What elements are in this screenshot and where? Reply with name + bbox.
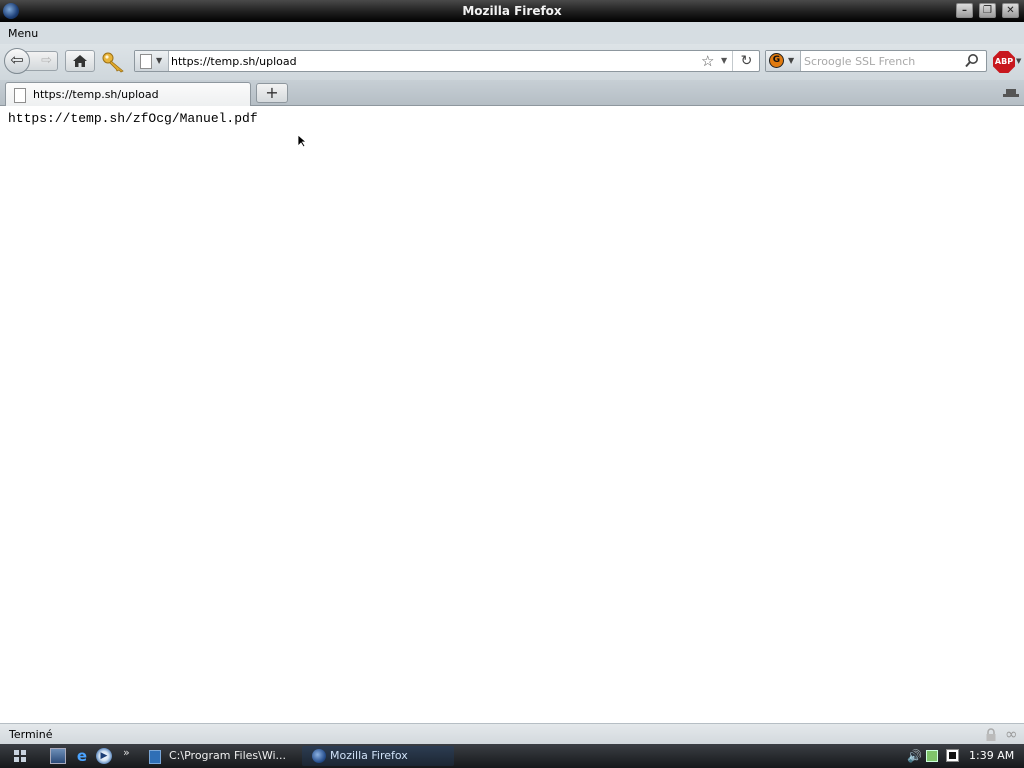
network-icon[interactable] (926, 750, 938, 762)
response-text: https://temp.sh/zfOcg/Manuel.pdf (8, 111, 258, 126)
clock[interactable]: 1:39 AM (969, 749, 1014, 762)
bookmark-star-icon[interactable]: ☆ (701, 52, 714, 70)
new-tab-icon: + (265, 83, 279, 102)
page-icon (140, 54, 152, 69)
menu-bar: Menu (0, 22, 1024, 44)
back-forward-group: ⇦ ⇨ (4, 48, 58, 74)
site-identity-button[interactable]: ▼ (135, 51, 169, 71)
tab-label: https://temp.sh/upload (33, 88, 159, 101)
infinity-icon: ∞ (1005, 725, 1018, 743)
minimize-button[interactable]: – (956, 3, 973, 18)
reload-icon: ↻ (740, 53, 753, 69)
mouse-cursor-icon (297, 134, 307, 148)
windows-start-icon[interactable] (14, 750, 26, 762)
taskbar-item-explorer[interactable]: C:\Program Files\Wi... (145, 746, 285, 766)
back-icon: ⇦ (10, 50, 24, 69)
adblock-icon: ABP (993, 51, 1015, 73)
tab-upload[interactable]: https://temp.sh/upload (5, 82, 251, 106)
chevron-down-icon: ▼ (1016, 57, 1022, 65)
close-button[interactable]: ✕ (1002, 3, 1019, 18)
title-bar: Mozilla Firefox – ❐ ✕ (0, 0, 1024, 22)
url-input[interactable] (171, 53, 691, 69)
quicklaunch-more-icon[interactable]: » (123, 746, 130, 759)
search-engine-icon: G (769, 53, 784, 68)
chevron-down-icon: ▼ (788, 56, 795, 65)
home-icon (73, 55, 87, 67)
magnifier-icon[interactable] (964, 53, 980, 69)
show-desktop-icon[interactable] (50, 748, 66, 764)
chevron-down-icon: ▼ (156, 56, 163, 65)
firefox-icon (312, 749, 326, 763)
home-button[interactable] (65, 50, 95, 72)
search-bar[interactable]: G ▼ (765, 50, 987, 72)
key-icon[interactable] (101, 51, 127, 73)
page-content: https://temp.sh/zfOcg/Manuel.pdf (0, 106, 1024, 723)
menu-button[interactable]: Menu (8, 27, 38, 40)
taskbar-item-label: Mozilla Firefox (330, 749, 408, 762)
lock-icon (986, 728, 996, 741)
action-center-icon[interactable] (946, 749, 959, 762)
forward-icon: ⇨ (41, 53, 52, 68)
url-bar[interactable]: ▼ ☆ ▼ ↻ (134, 50, 760, 72)
tab-strip: https://temp.sh/upload + (0, 80, 1024, 106)
window-title: Mozilla Firefox (462, 4, 562, 18)
taskbar-item-firefox[interactable]: Mozilla Firefox (302, 746, 454, 766)
folder-icon (149, 750, 161, 764)
volume-icon[interactable]: 🔊 (907, 749, 922, 763)
status-text: Terminé (9, 728, 53, 741)
taskbar: e ▶ » C:\Program Files\Wi... Mozilla Fir… (0, 744, 1024, 768)
internet-explorer-icon[interactable]: e (74, 748, 90, 764)
page-icon (14, 88, 26, 103)
new-tab-button[interactable]: + (256, 83, 288, 103)
search-input[interactable] (804, 53, 954, 69)
reload-button[interactable]: ↻ (732, 51, 760, 71)
media-player-icon[interactable]: ▶ (96, 748, 112, 764)
adblock-button[interactable]: ABP ▼ (993, 51, 1021, 75)
restore-button[interactable]: ❐ (979, 3, 996, 18)
navigation-toolbar: ⇦ ⇨ ▼ ☆ ▼ ↻ G ▼ (0, 44, 1024, 80)
history-dropdown-icon[interactable]: ▼ (721, 56, 727, 65)
search-engine-button[interactable]: G ▼ (766, 51, 801, 71)
list-tabs-icon[interactable] (1003, 88, 1019, 98)
taskbar-item-label: C:\Program Files\Wi... (169, 749, 285, 762)
status-bar: Terminé ∞ (0, 723, 1024, 744)
back-button[interactable]: ⇦ (4, 48, 30, 74)
